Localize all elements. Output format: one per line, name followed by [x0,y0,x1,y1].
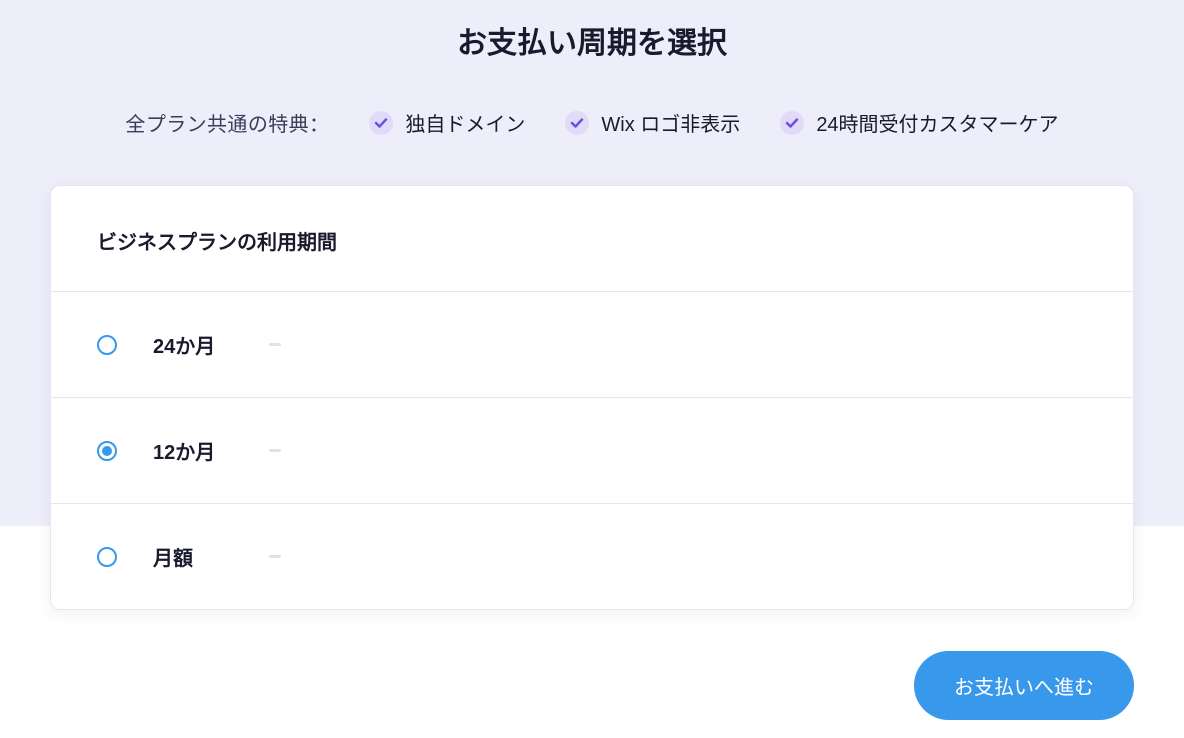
benefit-item: 独自ドメイン [369,108,525,137]
benefits-row: 全プラン共通の特典： 独自ドメイン Wix ロゴ非表示 24時間受付カスタマーケ… [0,108,1184,137]
benefit-item: Wix ロゴ非表示 [565,108,740,137]
option-24-months[interactable]: 24か月 [51,291,1133,397]
benefits-label: 全プラン共通の特典： [125,108,329,137]
benefit-text: 24時間受付カスタマーケア [816,108,1058,137]
option-12-months[interactable]: 12か月 [51,397,1133,503]
option-label: 月額 [153,542,263,571]
benefit-item: 24時間受付カスタマーケア [780,108,1058,137]
option-label: 24か月 [153,330,263,359]
benefit-text: Wix ロゴ非表示 [601,108,740,137]
check-icon [780,111,804,135]
card-title: ビジネスプランの利用期間 [51,186,1133,291]
proceed-to-payment-button[interactable]: お支払いへ進む [914,651,1134,720]
option-label: 12か月 [153,436,263,465]
benefit-text: 独自ドメイン [405,108,525,137]
check-icon [369,111,393,135]
billing-cycle-card: ビジネスプランの利用期間 24か月 12か月 月額 [50,185,1134,610]
radio-icon [97,335,117,355]
radio-icon [97,441,117,461]
radio-icon [97,547,117,567]
option-monthly[interactable]: 月額 [51,503,1133,609]
placeholder-dash [269,343,281,346]
page-title: お支払い周期を選択 [0,18,1184,62]
placeholder-dash [269,555,281,558]
check-icon [565,111,589,135]
placeholder-dash [269,449,281,452]
